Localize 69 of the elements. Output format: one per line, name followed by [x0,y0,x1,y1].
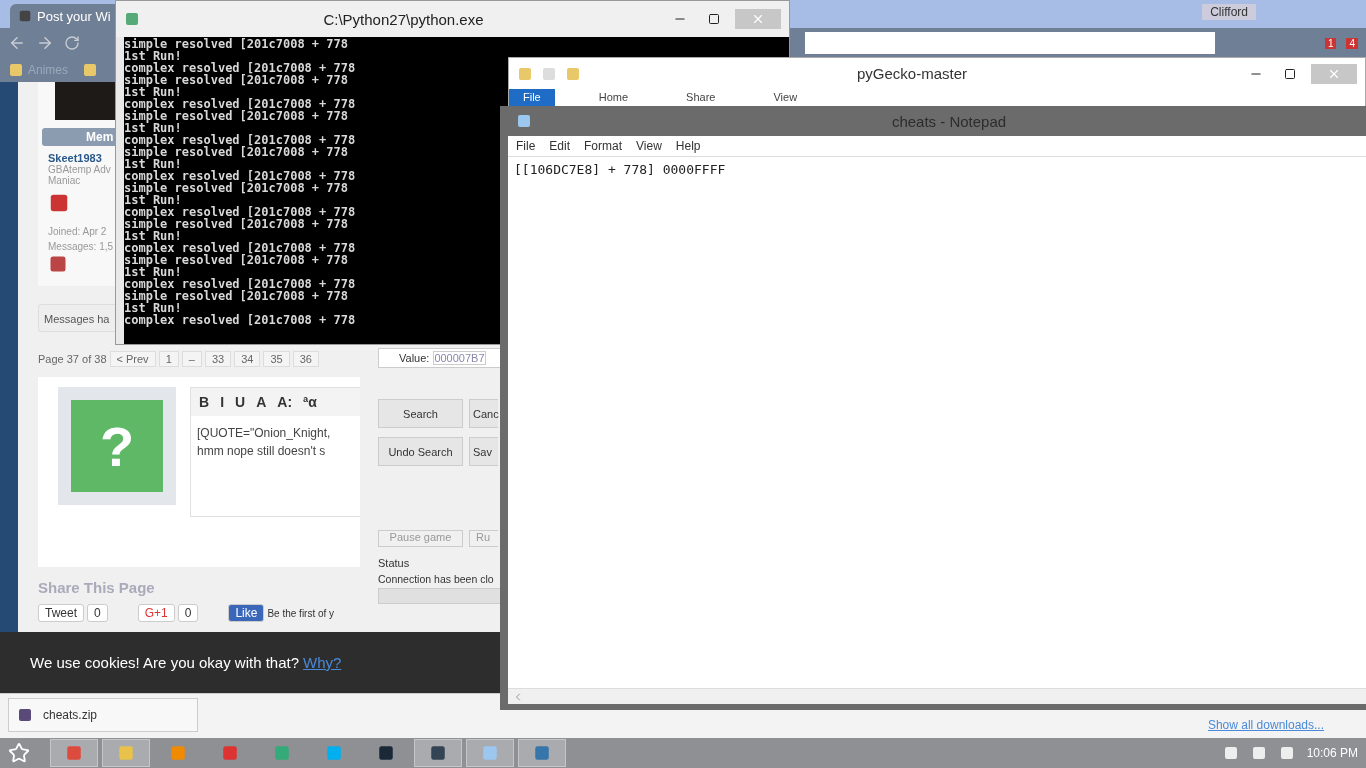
gecko-button[interactable]: Search [378,399,463,428]
download-item[interactable]: cheats.zip [8,698,198,732]
user-title: GBAtemp Adv [48,164,111,175]
menu-item[interactable]: View [636,139,662,153]
value-field[interactable]: 000007B7 [433,351,486,365]
gecko-button[interactable]: Canc [469,399,498,428]
notice-pill: Messages ha [38,304,115,332]
status-text: Connection has been clo [378,573,494,585]
menu-item[interactable]: Help [675,139,701,153]
format-button[interactable]: I [220,394,224,410]
extension-badge[interactable]: 1 [1324,37,1337,49]
page-link[interactable]: 35 [263,351,290,367]
user-title: Maniac [48,175,81,186]
menu-item[interactable]: Format [584,139,623,153]
editor-text: hmm nope still doesn't s [197,443,326,460]
page-link[interactable]: 36 [292,351,319,367]
share-count: 0 [177,604,199,622]
profile-name[interactable]: Clifford [1202,4,1256,20]
ribbon-tab[interactable]: File [509,89,555,106]
avatar-image [55,82,115,120]
taskbar-app[interactable] [518,739,566,767]
horizontal-scrollbar[interactable] [508,688,1366,704]
format-button[interactable]: U [235,394,246,410]
close-icon[interactable] [735,9,781,29]
back-icon[interactable] [8,34,26,52]
page-link[interactable]: 33 [204,351,232,367]
close-icon[interactable] [1311,63,1357,84]
page-link[interactable]: 1 [158,351,179,367]
like-button[interactable]: Like [228,604,265,622]
page-label: Page 37 of 38 [38,353,107,365]
tweet-button[interactable]: Tweet [38,604,84,622]
cookie-text: We use cookies! Are you okay with that? [30,654,300,671]
window-title: cheats - Notepad [890,112,1008,130]
menu-item[interactable]: Edit [549,139,571,153]
reload-icon[interactable] [64,35,80,51]
value-label: Value: [399,352,430,364]
window-title: pyGecko-master [855,65,968,82]
extension-badge[interactable]: 4 [1346,37,1358,49]
share-count: 0 [87,604,108,622]
forward-icon[interactable] [36,34,54,52]
format-button[interactable]: B [199,394,210,410]
menu-item[interactable]: File [516,139,536,153]
page-link[interactable]: < Prev [109,351,156,367]
like-text: Be the first of y [267,607,335,619]
taskbar-app[interactable] [414,739,462,767]
format-button[interactable]: A: [277,394,293,410]
gplus-button[interactable]: G+1 [137,604,175,622]
member-banner: Mem [42,128,115,146]
gecko-button[interactable]: Sav [469,437,498,466]
placeholder-avatar: ? [71,400,163,492]
editor-text: [QUOTE="Onion_Knight, [197,425,331,442]
ribbon-tab[interactable]: Share [672,89,730,106]
share-heading: Share This Page [38,579,155,596]
why-link[interactable]: Why? [303,654,342,671]
start-icon[interactable] [8,742,30,764]
joined-date: Joined: Apr 2 [48,226,107,237]
message-count: Messages: 1,5 [48,241,114,252]
browser-tab[interactable]: Post your Wi [10,4,115,28]
format-button[interactable]: ªα [303,394,317,410]
status-label: Status [378,557,410,569]
window-title: C:\Python27\python.exe [322,10,485,28]
ribbon-tab[interactable]: Home [584,89,643,106]
reply-editor[interactable]: B I U A A: ªα [QUOTE="Onion_Knight, hmm nope still doesn't s [190,387,360,517]
username[interactable]: Skeet1983 [48,152,102,164]
page-link[interactable]: – [181,351,202,367]
format-button[interactable]: A [256,394,267,410]
text-area[interactable]: [[106DC7E8] + 778] 0000FFFF [508,157,1366,688]
page-link[interactable]: 34 [234,351,261,367]
gecko-button[interactable]: Undo Search [378,437,463,466]
